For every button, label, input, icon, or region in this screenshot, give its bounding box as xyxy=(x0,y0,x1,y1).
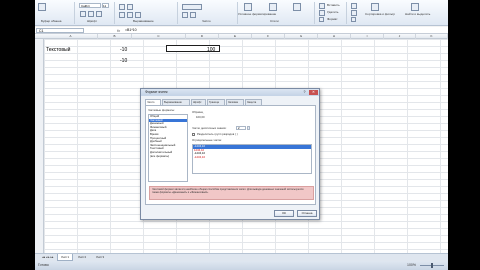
clear-icon[interactable] xyxy=(351,17,356,22)
dialog-titlebar[interactable]: Формат ячеек ? ✕ xyxy=(141,89,319,96)
fx-icon[interactable]: fx xyxy=(117,28,120,33)
sheet-tab-2[interactable]: Лист2 xyxy=(75,254,89,261)
cancel-button[interactable]: Отмена xyxy=(297,210,317,217)
row-headers[interactable] xyxy=(35,39,44,253)
zoom-thumb[interactable] xyxy=(431,263,433,268)
sample-label: Образец xyxy=(192,110,204,114)
font-group: Шрифт xyxy=(75,2,115,24)
ok-button[interactable]: ОК xyxy=(274,210,294,217)
decimals-label: Число десятичных знаков: xyxy=(192,126,227,130)
sort-filter-icon[interactable] xyxy=(371,3,379,11)
group-label: Шрифт xyxy=(87,19,97,23)
sheet-tab-1[interactable]: Лист1 xyxy=(57,254,74,261)
clipboard-group: Буфер обмена xyxy=(35,2,75,24)
format-category-list[interactable]: Общий Числовой Денежный Финансовый Дата … xyxy=(148,114,188,182)
find-select-label[interactable]: Найти и выделить xyxy=(405,13,430,16)
decimals-spinner[interactable] xyxy=(247,126,250,130)
group-label: Выравнивание xyxy=(133,19,154,23)
cells-group xyxy=(315,2,347,24)
sum-icon[interactable] xyxy=(351,3,357,9)
nav-arrows[interactable]: ◂◂ ◂ ▸ ▸▸ xyxy=(39,254,57,261)
list-item[interactable]: -1234,10 xyxy=(193,155,311,160)
formula-bar: C1 fx =B1*10 xyxy=(35,27,448,34)
list-item[interactable]: (все форматы) xyxy=(149,154,187,159)
group-label: Буфер обмена xyxy=(41,19,62,23)
sheet-tabs-bar: ◂◂ ◂ ▸ ▸▸ Лист1 Лист2 Лист3 xyxy=(35,253,448,261)
ribbon: Буфер обмена Calibri 11 Шрифт Выравниван… xyxy=(35,0,448,26)
sort-filter-label[interactable]: Сортировка и фильтр xyxy=(365,13,395,16)
sample-value: 100,00 xyxy=(196,115,205,119)
separator-checkbox[interactable] xyxy=(192,133,195,136)
formats-label: Числовые форматы: xyxy=(148,108,175,112)
cell-b1[interactable]: -10 xyxy=(120,47,127,53)
cell-c1[interactable]: 100 xyxy=(207,47,215,53)
dialog-title: Формат ячеек xyxy=(145,90,168,94)
number-group: Число xyxy=(178,2,238,24)
help-button[interactable]: ? xyxy=(301,90,308,95)
close-button[interactable]: ✕ xyxy=(309,90,318,95)
decimals-input[interactable]: 2 xyxy=(236,126,246,130)
status-bar: Готово 100% xyxy=(35,261,448,270)
find-select-icon[interactable] xyxy=(411,3,419,11)
cell-b2[interactable]: -10 xyxy=(120,58,127,64)
format-cells-dialog: Формат ячеек ? ✕ Число Выравнивание Шриф… xyxy=(140,88,320,220)
name-box[interactable]: C1 xyxy=(36,28,84,33)
styles-group: Стили xyxy=(238,2,315,24)
formula-input[interactable]: =B1*10 xyxy=(125,28,137,33)
alignment-group: Выравнивание xyxy=(115,2,178,24)
zoom-level[interactable]: 100% xyxy=(407,263,416,267)
group-label: Число xyxy=(202,19,211,23)
sheet-tab-3[interactable]: Лист3 xyxy=(93,254,107,261)
cell-a1[interactable]: Текстовый xyxy=(46,47,70,53)
fill-icon[interactable] xyxy=(351,10,357,16)
number-tab-panel: Числовые форматы: Общий Числовой Денежны… xyxy=(145,105,316,205)
status-text: Готово xyxy=(38,263,49,267)
group-label: Стили xyxy=(270,19,279,23)
format-description: Числовой формат является наиболее общим … xyxy=(149,186,314,200)
negative-numbers-list[interactable]: -1234,10 1234,10 -1234,10 -1234,10 xyxy=(192,144,312,174)
negative-label: Отрицательные числа: xyxy=(192,138,222,142)
separator-label: Разделитель групп разрядов ( ) xyxy=(197,132,238,136)
